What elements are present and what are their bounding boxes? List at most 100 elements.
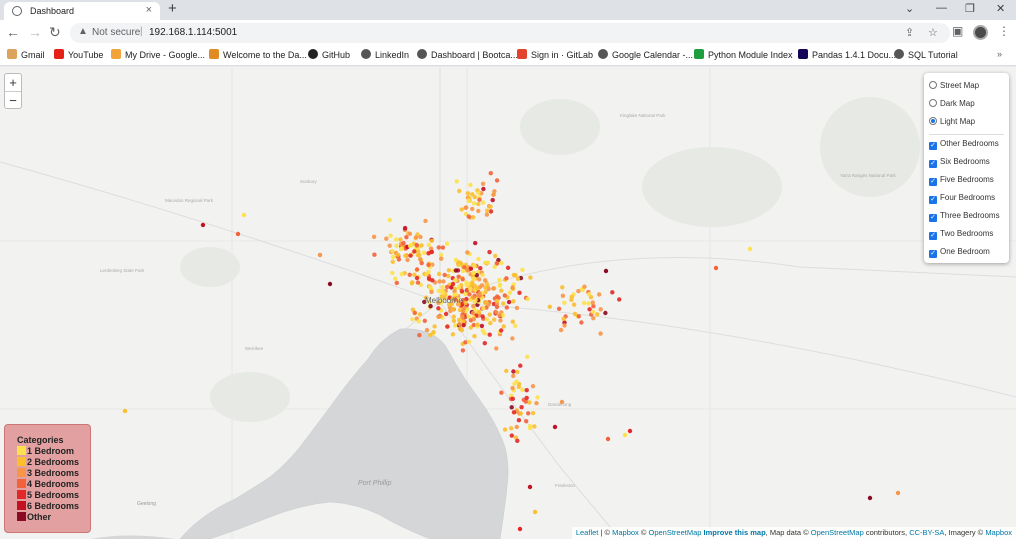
property-marker[interactable] — [484, 300, 489, 305]
property-marker[interactable] — [510, 385, 515, 391]
property-marker[interactable] — [412, 272, 417, 277]
property-marker[interactable] — [511, 369, 516, 374]
restore-button[interactable]: ❐ — [965, 2, 975, 15]
property-marker[interactable] — [517, 290, 522, 295]
checkbox[interactable]: ✓ — [929, 250, 937, 258]
overlay-one-bedroom[interactable]: ✓ One Bedroom — [929, 247, 990, 258]
property-marker[interactable] — [422, 318, 427, 323]
property-marker[interactable] — [460, 277, 465, 282]
property-marker[interactable] — [395, 252, 401, 257]
property-marker[interactable] — [622, 432, 628, 438]
property-marker[interactable] — [432, 324, 437, 329]
property-marker[interactable] — [547, 304, 552, 309]
property-marker[interactable] — [463, 205, 468, 210]
property-marker[interactable] — [515, 369, 520, 375]
property-marker[interactable] — [487, 312, 492, 317]
property-marker[interactable] — [476, 190, 481, 196]
property-marker[interactable] — [470, 215, 476, 220]
property-marker[interactable] — [510, 336, 515, 341]
property-marker[interactable] — [480, 200, 486, 205]
bookmark-python-module-index[interactable]: Python Module Index — [694, 49, 793, 60]
property-marker[interactable] — [413, 235, 419, 240]
property-marker[interactable] — [426, 242, 431, 248]
property-marker[interactable] — [477, 197, 482, 202]
property-marker[interactable] — [603, 310, 608, 316]
property-marker[interactable] — [518, 363, 523, 368]
property-marker[interactable] — [398, 246, 404, 252]
overlay-six-bedrooms[interactable]: ✓ Six Bedrooms — [929, 157, 990, 168]
property-marker[interactable] — [410, 280, 415, 285]
property-marker[interactable] — [424, 327, 430, 333]
property-marker[interactable] — [479, 323, 485, 329]
property-marker[interactable] — [492, 317, 497, 322]
property-marker[interactable] — [405, 257, 410, 263]
property-marker[interactable] — [494, 178, 500, 183]
reload-icon[interactable]: ↻ — [49, 24, 61, 41]
property-marker[interactable] — [605, 436, 611, 442]
property-marker[interactable] — [586, 291, 592, 297]
property-marker[interactable] — [591, 316, 596, 321]
property-marker[interactable] — [428, 332, 433, 338]
property-marker[interactable] — [552, 424, 558, 430]
property-marker[interactable] — [470, 282, 475, 287]
property-marker[interactable] — [417, 333, 422, 338]
property-marker[interactable] — [579, 320, 584, 325]
property-marker[interactable] — [484, 212, 490, 217]
property-marker[interactable] — [572, 311, 578, 317]
property-marker[interactable] — [483, 278, 488, 283]
property-marker[interactable] — [558, 327, 564, 333]
property-marker[interactable] — [867, 495, 873, 501]
property-marker[interactable] — [459, 207, 464, 212]
bookmark-linkedin[interactable]: LinkedIn — [361, 49, 409, 60]
property-marker[interactable] — [394, 280, 399, 286]
property-marker[interactable] — [387, 217, 392, 223]
minimize-button[interactable]: — — [936, 2, 947, 14]
property-marker[interactable] — [390, 249, 395, 254]
property-marker[interactable] — [509, 433, 514, 438]
property-marker[interactable] — [451, 318, 457, 323]
property-marker[interactable] — [436, 245, 441, 250]
property-marker[interactable] — [510, 396, 515, 401]
property-marker[interactable] — [491, 286, 496, 291]
property-marker[interactable] — [511, 299, 516, 304]
mapbox-link[interactable]: Mapbox — [612, 528, 639, 537]
property-marker[interactable] — [476, 201, 481, 207]
property-marker[interactable] — [476, 309, 482, 315]
property-marker[interactable] — [450, 306, 456, 312]
property-marker[interactable] — [317, 252, 323, 258]
property-marker[interactable] — [487, 249, 492, 255]
property-marker[interactable] — [468, 182, 473, 188]
property-marker[interactable] — [465, 250, 470, 255]
property-marker[interactable] — [460, 268, 466, 274]
property-marker[interactable] — [512, 381, 517, 386]
property-marker[interactable] — [466, 198, 471, 203]
license-link[interactable]: CC-BY-SA — [909, 528, 944, 537]
map-container[interactable]: Melbourne Port Phillip Sunbury Geelong D… — [0, 67, 1016, 539]
property-marker[interactable] — [526, 411, 531, 416]
property-marker[interactable] — [532, 424, 537, 429]
property-marker[interactable] — [416, 319, 421, 324]
property-marker[interactable] — [444, 241, 450, 246]
property-marker[interactable] — [457, 317, 462, 323]
zoom-in-button[interactable]: + — [5, 74, 21, 91]
property-marker[interactable] — [475, 322, 480, 327]
property-marker[interactable] — [509, 426, 514, 431]
property-marker[interactable] — [511, 410, 517, 415]
property-marker[interactable] — [417, 253, 422, 258]
property-marker[interactable] — [390, 259, 395, 264]
property-marker[interactable] — [438, 252, 444, 258]
property-marker[interactable] — [485, 260, 491, 265]
chevron-down-icon[interactable]: ⌄ — [905, 2, 914, 15]
property-marker[interactable] — [473, 240, 478, 246]
property-marker[interactable] — [403, 253, 408, 258]
property-marker[interactable] — [483, 285, 488, 290]
property-marker[interactable] — [458, 260, 463, 265]
property-marker[interactable] — [453, 323, 458, 328]
checkbox[interactable]: ✓ — [929, 178, 937, 186]
property-marker[interactable] — [501, 301, 506, 306]
property-marker[interactable] — [525, 354, 530, 359]
property-marker[interactable] — [371, 234, 377, 239]
property-marker[interactable] — [488, 204, 493, 209]
checkbox[interactable]: ✓ — [929, 196, 937, 204]
property-marker[interactable] — [586, 301, 591, 306]
